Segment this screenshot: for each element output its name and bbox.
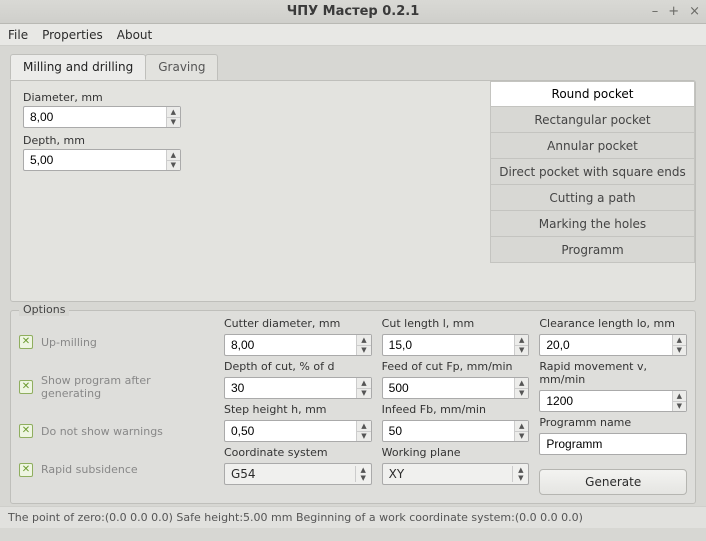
plane-label: Working plane xyxy=(382,446,530,459)
rapid-input[interactable]: ▲▼ xyxy=(539,390,687,412)
close-icon[interactable]: × xyxy=(689,4,700,19)
spin-up-icon[interactable]: ▲ xyxy=(515,335,528,346)
tab-milling[interactable]: Milling and drilling xyxy=(10,54,146,80)
op-round-pocket[interactable]: Round pocket xyxy=(490,81,695,107)
maximize-icon[interactable]: + xyxy=(668,4,679,19)
spin-up-icon[interactable]: ▲ xyxy=(357,335,370,346)
diameter-input[interactable]: ▲▼ xyxy=(23,106,181,128)
clearance-input[interactable]: ▲▼ xyxy=(539,334,687,356)
cutter-d-input[interactable]: ▲▼ xyxy=(224,334,372,356)
op-programm[interactable]: Programm xyxy=(490,237,695,263)
spin-down-icon[interactable]: ▼ xyxy=(357,346,370,356)
diameter-label: Diameter, mm xyxy=(23,91,189,104)
tab-strip: Milling and drilling Graving xyxy=(10,54,696,80)
infeed-fb-input[interactable]: ▲▼ xyxy=(382,420,530,442)
cut-len-label: Cut length l, mm xyxy=(382,317,530,330)
depth-input[interactable]: ▲▼ xyxy=(23,149,181,171)
op-rectangular-pocket[interactable]: Rectangular pocket xyxy=(490,107,695,133)
check-up-milling[interactable]: ✕ Up-milling xyxy=(19,335,214,349)
spin-up-icon[interactable]: ▲ xyxy=(357,378,370,389)
tab-panel: Diameter, mm ▲▼ Depth, mm ▲▼ Round pocke… xyxy=(10,80,696,302)
menu-properties[interactable]: Properties xyxy=(42,28,103,42)
chevron-up-icon: ▲ xyxy=(356,466,371,474)
menu-about[interactable]: About xyxy=(117,28,152,42)
tab-graving[interactable]: Graving xyxy=(145,54,218,80)
step-h-label: Step height h, mm xyxy=(224,403,372,416)
spin-up-icon[interactable]: ▲ xyxy=(515,421,528,432)
spin-up-icon[interactable]: ▲ xyxy=(167,150,180,161)
check-rapid-subsidence[interactable]: ✕ Rapid subsidence xyxy=(19,463,214,477)
spin-down-icon[interactable]: ▼ xyxy=(673,346,686,356)
menubar: File Properties About xyxy=(0,24,706,46)
plane-dropdown[interactable]: XY▲▼ xyxy=(382,463,530,485)
diameter-field[interactable] xyxy=(24,107,166,127)
op-direct-pocket[interactable]: Direct pocket with square ends xyxy=(490,159,695,185)
options-legend: Options xyxy=(19,303,69,316)
spin-down-icon[interactable]: ▼ xyxy=(515,432,528,442)
prog-name-input[interactable] xyxy=(539,433,687,455)
minimize-icon[interactable]: – xyxy=(652,4,659,19)
doc-input[interactable]: ▲▼ xyxy=(224,377,372,399)
spin-down-icon[interactable]: ▼ xyxy=(357,432,370,442)
prog-name-label: Programm name xyxy=(539,416,687,429)
spin-up-icon[interactable]: ▲ xyxy=(167,107,180,118)
cutter-d-label: Cutter diameter, mm xyxy=(224,317,372,330)
coord-dropdown[interactable]: G54▲▼ xyxy=(224,463,372,485)
checkbox-icon: ✕ xyxy=(19,380,33,394)
op-annular-pocket[interactable]: Annular pocket xyxy=(490,133,695,159)
operation-list: Round pocket Rectangular pocket Annular … xyxy=(490,81,695,301)
spin-down-icon[interactable]: ▼ xyxy=(515,389,528,399)
coord-label: Coordinate system xyxy=(224,446,372,459)
clearance-label: Clearance length lo, mm xyxy=(539,317,687,330)
spin-down-icon[interactable]: ▼ xyxy=(673,402,686,412)
menu-file[interactable]: File xyxy=(8,28,28,42)
window-title: ЧПУ Мастер 0.2.1 xyxy=(0,4,706,19)
cut-len-input[interactable]: ▲▼ xyxy=(382,334,530,356)
options-group: Options ✕ Up-milling ✕ Show program afte… xyxy=(10,310,696,504)
depth-field[interactable] xyxy=(24,150,166,170)
checkbox-icon: ✕ xyxy=(19,463,33,477)
spin-up-icon[interactable]: ▲ xyxy=(357,421,370,432)
check-show-program[interactable]: ✕ Show program after generating xyxy=(19,374,214,400)
feed-fp-input[interactable]: ▲▼ xyxy=(382,377,530,399)
checkbox-icon: ✕ xyxy=(19,335,33,349)
chevron-down-icon: ▼ xyxy=(513,474,528,482)
status-bar: The point of zero:(0.0 0.0 0.0) Safe hei… xyxy=(0,506,706,528)
check-no-warnings[interactable]: ✕ Do not show warnings xyxy=(19,424,214,438)
rapid-label: Rapid movement v, mm/min xyxy=(539,360,687,386)
spin-down-icon[interactable]: ▼ xyxy=(167,118,180,128)
feed-fp-label: Feed of cut Fp, mm/min xyxy=(382,360,530,373)
op-marking-holes[interactable]: Marking the holes xyxy=(490,211,695,237)
spin-down-icon[interactable]: ▼ xyxy=(515,346,528,356)
infeed-fb-label: Infeed Fb, mm/min xyxy=(382,403,530,416)
titlebar: ЧПУ Мастер 0.2.1 – + × xyxy=(0,0,706,24)
spin-up-icon[interactable]: ▲ xyxy=(673,391,686,402)
depth-label: Depth, mm xyxy=(23,134,189,147)
spin-down-icon[interactable]: ▼ xyxy=(357,389,370,399)
step-h-input[interactable]: ▲▼ xyxy=(224,420,372,442)
spin-up-icon[interactable]: ▲ xyxy=(515,378,528,389)
spin-down-icon[interactable]: ▼ xyxy=(167,161,180,171)
chevron-up-icon: ▲ xyxy=(513,466,528,474)
op-cutting-path[interactable]: Cutting a path xyxy=(490,185,695,211)
spin-up-icon[interactable]: ▲ xyxy=(673,335,686,346)
checkbox-icon: ✕ xyxy=(19,424,33,438)
generate-button[interactable]: Generate xyxy=(539,469,687,495)
doc-label: Depth of cut, % of d xyxy=(224,360,372,373)
chevron-down-icon: ▼ xyxy=(356,474,371,482)
